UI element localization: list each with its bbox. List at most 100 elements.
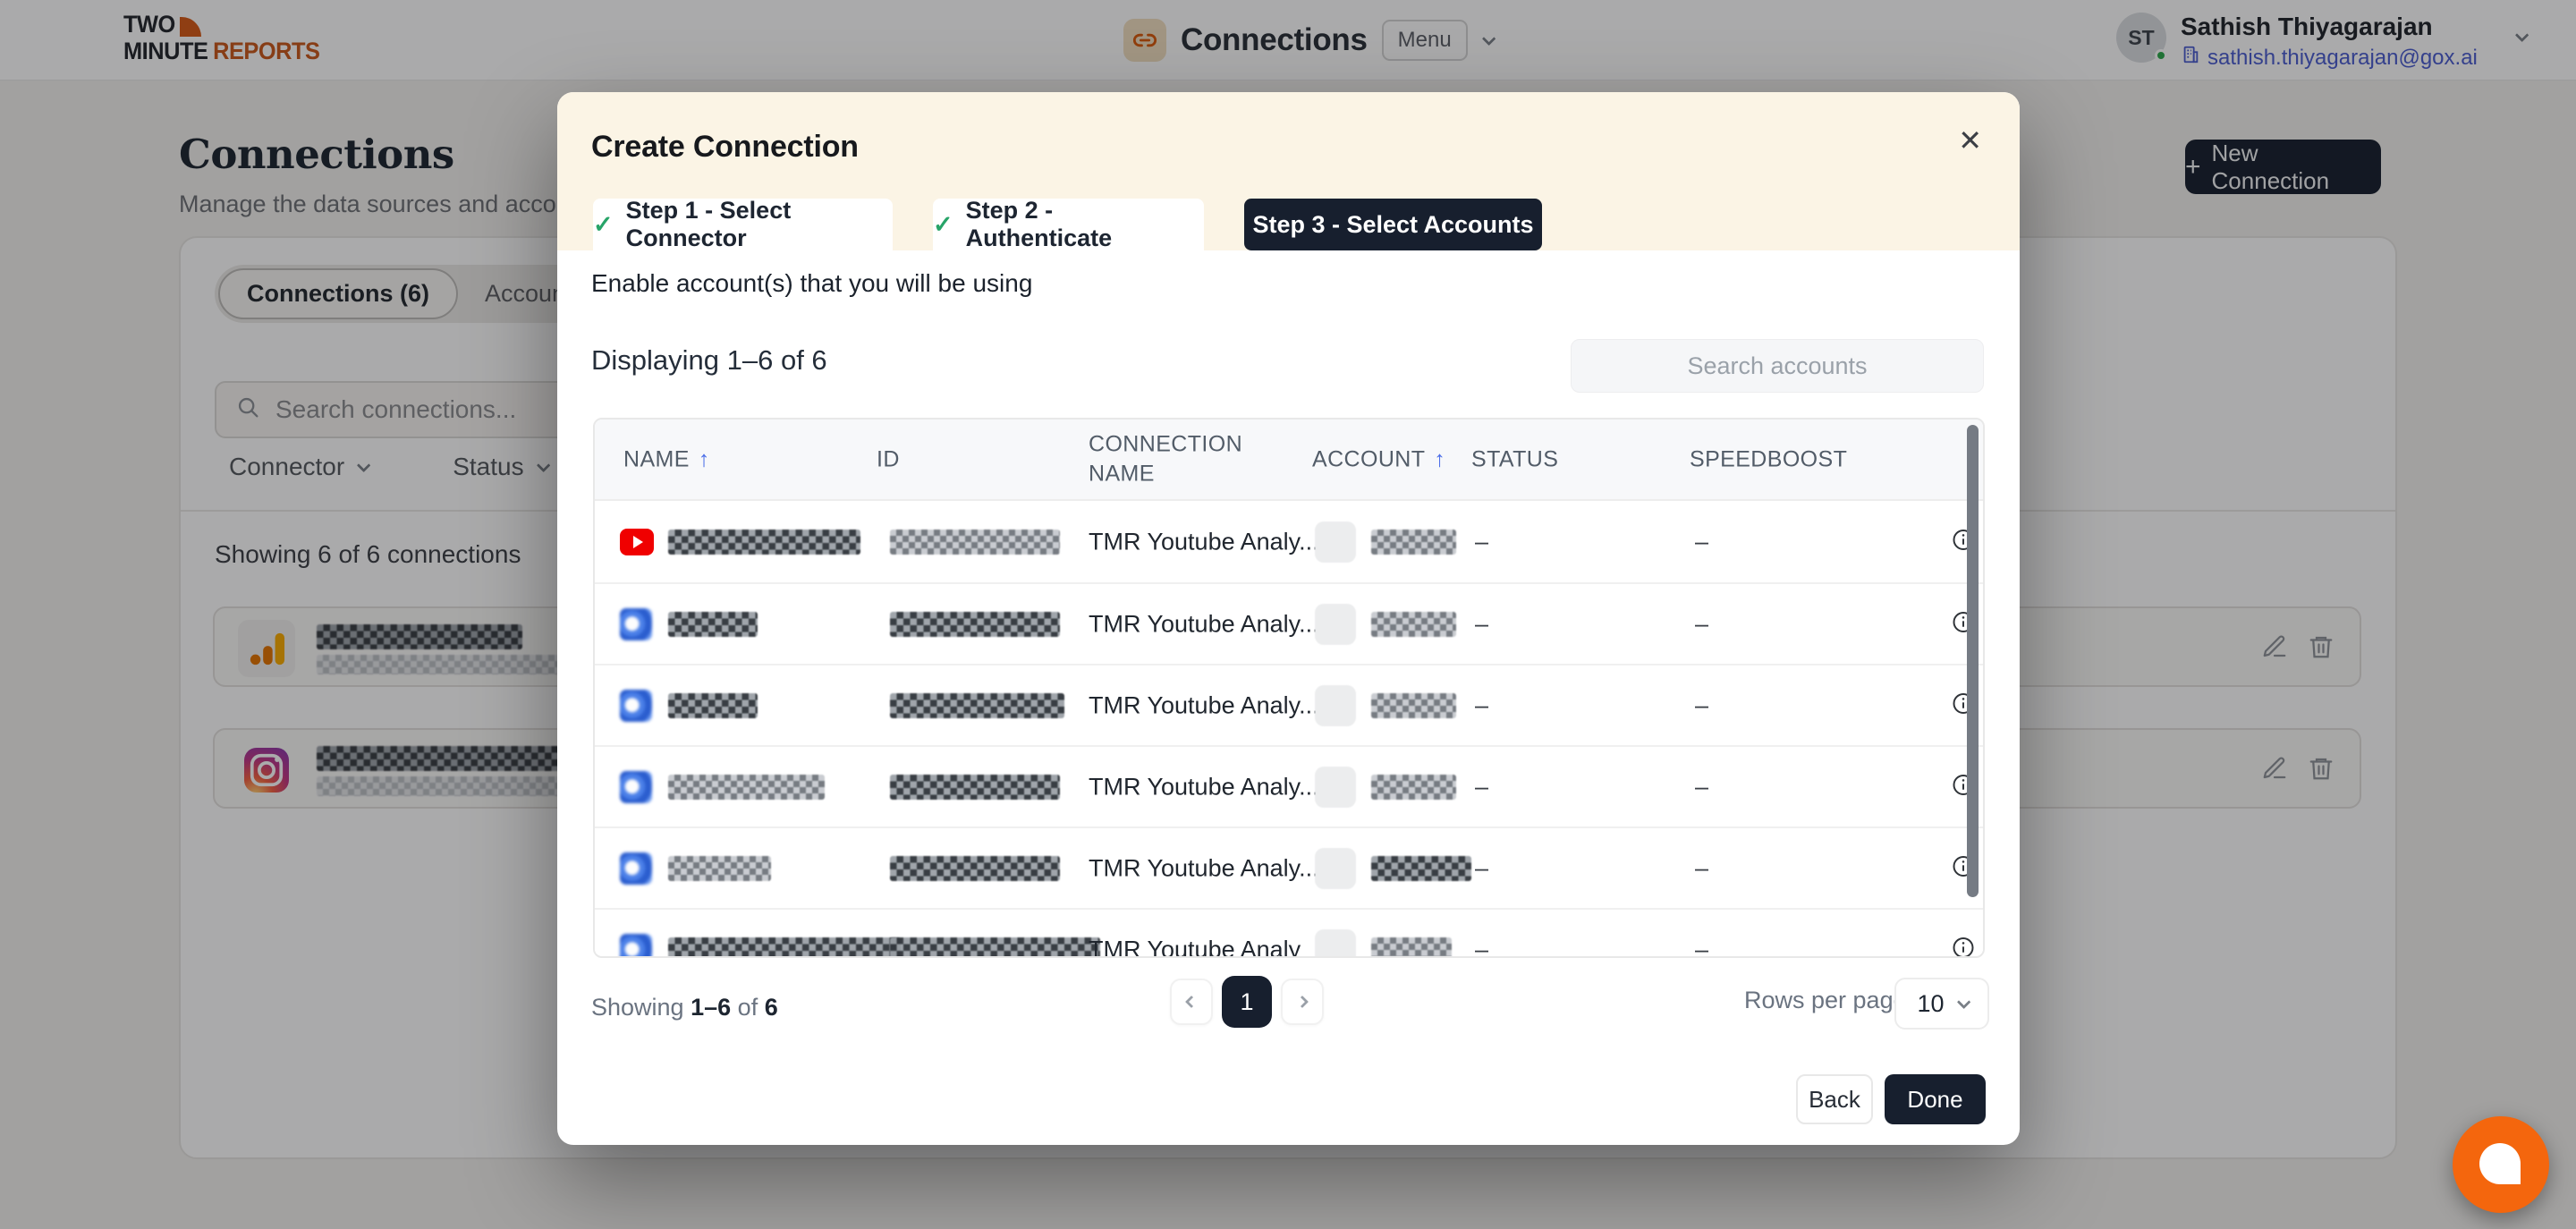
connection-name: TMR Youtube Analy... — [1089, 773, 1319, 801]
chevron-left-icon — [1185, 996, 1198, 1008]
channel-avatar-icon — [620, 690, 652, 722]
redacted-account-name — [668, 530, 860, 555]
account-avatar — [1315, 604, 1356, 645]
check-icon: ✓ — [593, 211, 614, 239]
column-header-id[interactable]: ID — [877, 446, 900, 472]
chevron-down-icon — [1956, 995, 1970, 1009]
table-row[interactable]: TMR Youtube Analy – – — [595, 908, 1983, 958]
redacted-account-id — [890, 530, 1060, 555]
scrollbar-thumb[interactable] — [1967, 425, 1979, 897]
displaying-count: Displaying 1–6 of 6 — [591, 344, 827, 377]
account-avatar — [1315, 685, 1356, 726]
done-button[interactable]: Done — [1885, 1074, 1986, 1124]
status-value: – — [1475, 691, 1488, 719]
modal-title: Create Connection — [591, 130, 859, 165]
pagination-total: 6 — [765, 994, 778, 1021]
chat-bubble-icon — [2479, 1143, 2521, 1184]
step-3-label: Step 3 - Select Accounts — [1252, 211, 1533, 239]
table-row[interactable]: TMR Youtube Analy... – – — [595, 582, 1983, 664]
prev-page-button[interactable] — [1170, 979, 1213, 1025]
status-value: – — [1475, 773, 1488, 801]
redacted-account-name — [668, 856, 771, 881]
channel-avatar-icon — [620, 934, 652, 959]
column-header-status[interactable]: STATUS — [1471, 446, 1558, 472]
redacted-account-id — [890, 612, 1060, 637]
account-avatar — [1315, 929, 1356, 959]
search-accounts-input[interactable] — [1572, 340, 1983, 392]
back-button[interactable]: Back — [1796, 1074, 1873, 1124]
rows-per-page-value: 10 — [1917, 990, 1944, 1018]
connection-name: TMR Youtube Analy... — [1089, 691, 1319, 719]
search-accounts-box — [1571, 339, 1984, 393]
pagination-summary: Showing 1–6 of 6 — [591, 994, 778, 1021]
status-value: – — [1475, 528, 1488, 555]
table-row[interactable]: TMR Youtube Analy... – – — [595, 501, 1983, 582]
rows-per-page-label: Rows per page — [1744, 987, 1907, 1014]
redacted-account — [1371, 693, 1456, 718]
table-row[interactable]: TMR Youtube Analy... – – — [595, 826, 1983, 908]
pagination-controls: 1 — [1170, 976, 1324, 1028]
create-connection-modal: Create Connection ✕ ✓ Step 1 - Select Co… — [557, 92, 2020, 1145]
pagination-range: 1–6 — [691, 994, 731, 1021]
status-value: – — [1475, 854, 1488, 882]
step-tabs: ✓ Step 1 - Select Connector ✓ Step 2 - A… — [593, 199, 1542, 250]
speedboost-value: – — [1695, 691, 1708, 719]
redacted-account-id — [890, 856, 1060, 881]
current-page-button[interactable]: 1 — [1222, 976, 1272, 1028]
speedboost-value: – — [1695, 854, 1708, 882]
column-header-name[interactable]: NAME ↑ — [623, 446, 710, 472]
account-avatar — [1315, 848, 1356, 889]
accounts-table: NAME ↑ ID CONNECTION NAME ACCOUNT ↑ STAT… — [593, 418, 1985, 958]
table-header: NAME ↑ ID CONNECTION NAME ACCOUNT ↑ STAT… — [595, 420, 1983, 501]
channel-avatar-icon — [620, 852, 652, 885]
chat-launcher-button[interactable] — [2453, 1116, 2549, 1213]
speedboost-value: – — [1695, 936, 1708, 958]
channel-avatar-icon — [620, 608, 652, 640]
rows-per-page-select[interactable]: 10 — [1894, 978, 1989, 1030]
next-page-button[interactable] — [1281, 979, 1324, 1025]
close-icon[interactable]: ✕ — [1958, 126, 1982, 155]
channel-avatar-icon — [620, 771, 652, 803]
chevron-right-icon — [1296, 996, 1309, 1008]
redacted-account-id — [890, 693, 1064, 718]
redacted-account — [1371, 530, 1456, 555]
redacted-account — [1371, 937, 1452, 959]
tab-step-2[interactable]: ✓ Step 2 - Authenticate — [933, 199, 1204, 250]
redacted-account — [1371, 612, 1456, 637]
redacted-account-name — [668, 937, 901, 959]
speedboost-value: – — [1695, 773, 1708, 801]
status-value: – — [1475, 936, 1488, 958]
connection-name: TMR Youtube Analy... — [1089, 610, 1319, 638]
sort-asc-icon: ↑ — [699, 446, 710, 472]
speedboost-value: – — [1695, 528, 1708, 555]
tab-step-3-active[interactable]: Step 3 - Select Accounts — [1244, 199, 1542, 250]
redacted-account — [1371, 775, 1456, 800]
step-2-label: Step 2 - Authenticate — [966, 197, 1204, 252]
redacted-account-name — [668, 612, 758, 637]
sort-asc-icon: ↑ — [1434, 446, 1445, 472]
youtube-icon — [620, 529, 654, 555]
redacted-account-id — [890, 775, 1060, 800]
account-avatar — [1315, 767, 1356, 808]
account-avatar — [1315, 521, 1356, 563]
redacted-account-name — [668, 693, 758, 718]
connection-name: TMR Youtube Analy — [1089, 936, 1301, 958]
column-header-account[interactable]: ACCOUNT ↑ — [1312, 446, 1445, 472]
info-icon[interactable] — [1951, 935, 1976, 958]
table-row[interactable]: TMR Youtube Analy... – – — [595, 745, 1983, 826]
step-1-label: Step 1 - Select Connector — [626, 197, 893, 252]
table-row[interactable]: TMR Youtube Analy... – – — [595, 664, 1983, 745]
enable-accounts-instruction: Enable account(s) that you will be using — [591, 269, 1032, 298]
column-header-connection-name[interactable]: CONNECTION NAME — [1089, 429, 1241, 490]
check-icon: ✓ — [933, 211, 953, 239]
speedboost-value: – — [1695, 610, 1708, 638]
redacted-account-name — [668, 775, 825, 800]
redacted-account — [1371, 856, 1471, 881]
connection-name: TMR Youtube Analy... — [1089, 854, 1319, 882]
status-value: – — [1475, 610, 1488, 638]
redacted-account-id — [890, 937, 1100, 959]
connection-name: TMR Youtube Analy... — [1089, 528, 1319, 555]
tab-step-1[interactable]: ✓ Step 1 - Select Connector — [593, 199, 893, 250]
app-root: TWO MINUTE REPORTS Connections Menu ST — [0, 0, 2576, 1229]
column-header-speedboost[interactable]: SPEEDBOOST — [1690, 446, 1847, 472]
